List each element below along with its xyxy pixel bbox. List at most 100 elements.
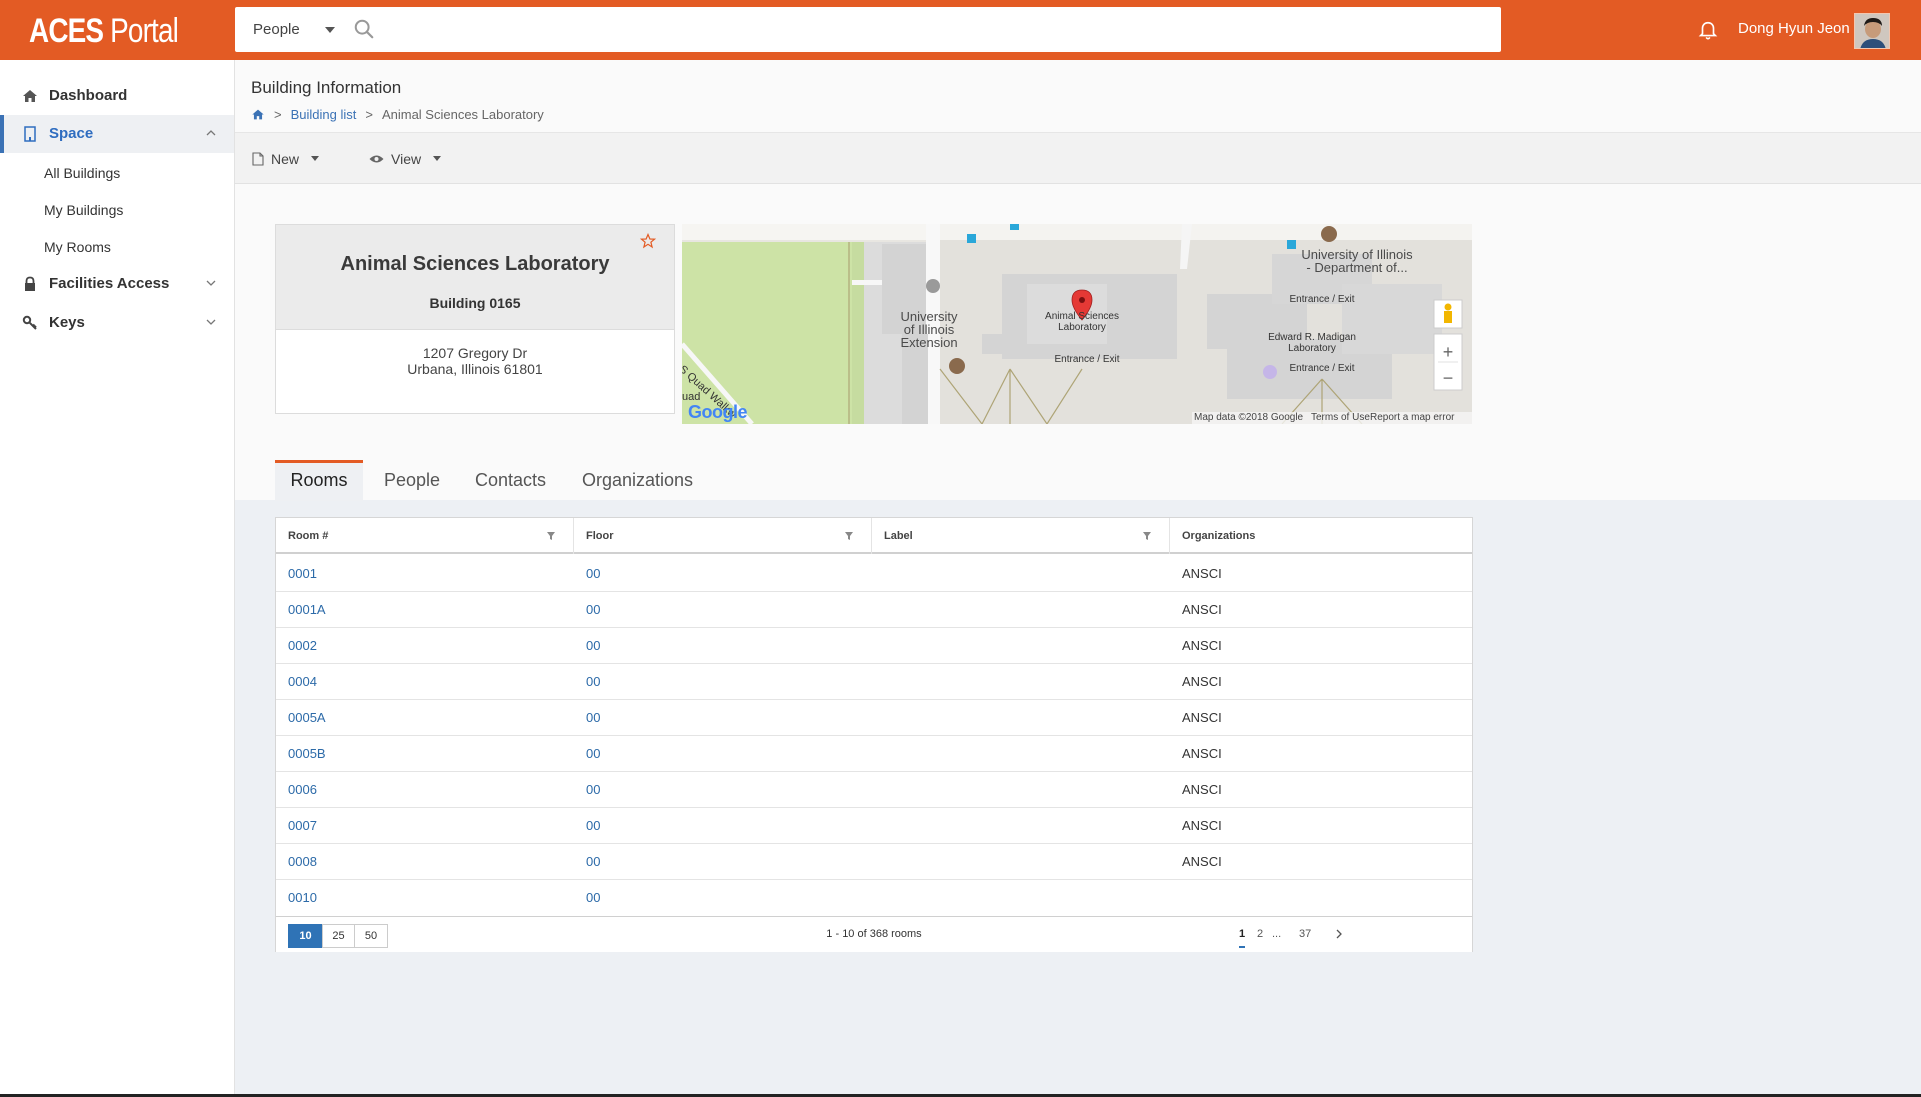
floor-link[interactable]: 00 [574,628,600,664]
chevron-down-icon[interactable] [325,27,335,33]
column-header-label[interactable]: Label [872,518,1170,554]
floor-link[interactable]: 00 [574,700,600,736]
chevron-right-icon[interactable] [1334,929,1344,939]
room-organization: ANSCI [1182,818,1222,833]
star-icon[interactable] [640,233,656,249]
floor-link[interactable]: 00 [574,808,600,844]
sidebar-item-facilities-access[interactable]: Facilities Access [0,265,234,303]
main-content: Building Information > Building list > A… [235,60,1921,1094]
room-label [872,628,884,664]
map-terms-link[interactable]: Terms of Use [1311,412,1370,423]
room-number-link[interactable]: 0010 [276,880,317,916]
map-label-entrance: Entrance / Exit [1289,363,1355,374]
map-zoom-in-button[interactable]: + [1434,342,1462,363]
sidebar-subitem-my-buildings[interactable]: My Buildings [44,202,123,218]
bell-icon[interactable] [1697,20,1719,42]
breadcrumb-building-list[interactable]: Building list [291,107,357,122]
room-organization: ANSCI [1182,674,1222,689]
page-2[interactable]: 2 [1257,928,1263,940]
room-organization [1170,880,1182,916]
tab-contacts[interactable]: Contacts [475,460,546,501]
sidebar-item-label: Facilities Access [49,275,170,292]
sidebar-item-dashboard[interactable]: Dashboard [0,77,234,115]
floor-link[interactable]: 00 [574,664,600,700]
new-button-label: New [271,150,300,167]
page-ellipsis[interactable]: ... [1272,928,1281,940]
home-icon [23,90,37,102]
sidebar-subitem-my-rooms[interactable]: My Rooms [44,239,111,255]
new-button[interactable]: New [252,133,320,184]
building-icon [24,126,36,142]
room-label [872,556,884,592]
floor-link[interactable]: 00 [574,844,600,880]
table-header: Room # Floor Label Organizations [276,518,1472,554]
page-title: Building Information [251,78,402,97]
avatar[interactable] [1854,13,1890,49]
floor-link[interactable]: 00 [574,880,600,916]
floor-link[interactable]: 00 [574,592,600,628]
building-card: Animal Sciences Laboratory Building 0165… [275,224,675,414]
table-row: 0004 00 ANSCI [276,664,1472,700]
sidebar-item-space[interactable]: Space [0,115,234,153]
user-name[interactable]: Dong Hyun Jeon [1738,20,1850,37]
map-label-extension: University of Illinois Extension [900,309,958,350]
search-icon[interactable] [353,18,375,40]
map-label-marker: Animal Sciences Laboratory [1045,311,1119,333]
map-zoom-out-button[interactable]: − [1434,368,1462,389]
room-label [872,664,884,700]
room-number-link[interactable]: 0006 [276,772,317,808]
chevron-down-icon [206,280,216,286]
room-organization: ANSCI [1182,710,1222,725]
room-number-link[interactable]: 0005A [276,700,326,736]
room-label [872,736,884,772]
room-organization: ANSCI [1182,854,1222,869]
floor-link[interactable]: 00 [574,556,600,592]
building-name: Animal Sciences Laboratory [340,253,610,275]
app-logo[interactable]: ACES Portal [29,12,179,50]
room-number-link[interactable]: 0001A [276,592,326,628]
sidebar-item-label: Dashboard [49,87,128,104]
table-row: 0008 00 ANSCI [276,844,1472,880]
column-header-organizations[interactable]: Organizations [1170,518,1472,554]
floor-link[interactable]: 00 [574,736,600,772]
home-icon[interactable] [251,108,265,121]
filter-icon[interactable] [845,532,853,540]
search-input[interactable] [383,13,1483,46]
table-row: 0001 00 ANSCI [276,556,1472,592]
floor-link[interactable]: 00 [574,772,600,808]
map-report-link[interactable]: Report a map error [1370,412,1454,423]
chevron-down-icon [433,156,442,161]
column-header-room[interactable]: Room # [276,518,574,554]
building-address-line2: Urbana, Illinois 61801 [407,361,543,377]
page-37[interactable]: 37 [1299,928,1311,940]
tab-people[interactable]: People [384,460,440,501]
building-map[interactable]: Animal Sciences Laboratory Entrance / Ex… [682,224,1472,424]
filter-icon[interactable] [547,532,555,540]
room-number-link[interactable]: 0005B [276,736,326,772]
room-number-link[interactable]: 0001 [276,556,317,592]
google-logo: Google [688,402,748,422]
room-number-link[interactable]: 0002 [276,628,317,664]
room-number-link[interactable]: 0008 [276,844,317,880]
building-card-header: Animal Sciences Laboratory Building 0165 [276,225,674,330]
sidebar-item-keys[interactable]: Keys [0,304,234,342]
logo-main: ACES [29,12,104,50]
tab-organizations[interactable]: Organizations [582,460,693,501]
filter-icon[interactable] [1143,532,1151,540]
sidebar-subitem-all-buildings[interactable]: All Buildings [44,165,120,181]
breadcrumb-current: Animal Sciences Laboratory [381,107,544,122]
view-button[interactable]: View [369,133,442,184]
search-scope-select[interactable]: People [253,7,300,52]
lock-icon [25,276,35,291]
table-row: 0002 00 ANSCI [276,628,1472,664]
breadcrumb-separator: > [274,107,282,122]
room-number-link[interactable]: 0007 [276,808,317,844]
rooms-table: Room # Floor Label Organizations 0001 00… [275,517,1473,952]
column-header-floor[interactable]: Floor [574,518,872,554]
logo-sub: Portal [110,12,179,50]
room-organization: ANSCI [1182,566,1222,581]
page-1[interactable]: 1 [1239,928,1246,948]
tab-rooms[interactable]: Rooms [275,460,363,501]
room-number-link[interactable]: 0004 [276,664,317,700]
table-row: 0001A 00 ANSCI [276,592,1472,628]
